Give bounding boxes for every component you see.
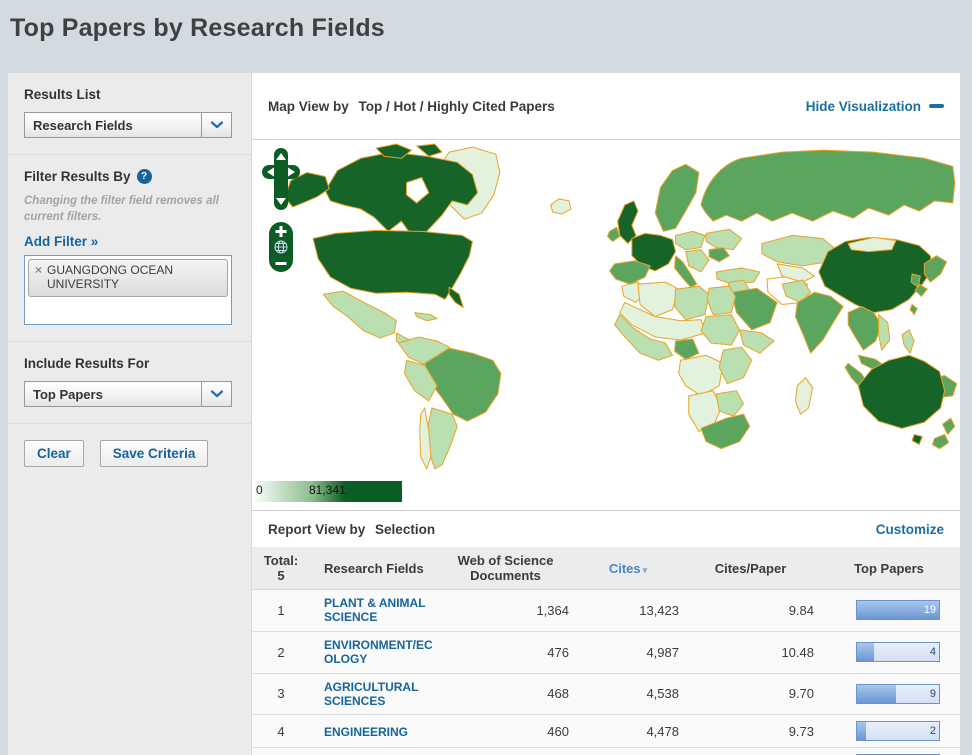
results-list-dropdown[interactable]: Research Fields	[24, 112, 232, 138]
bar-value: 9	[930, 688, 936, 700]
bar-value: 2	[930, 725, 936, 737]
table-row: 0 ALL FIELDS 5,049 52,097 10.32 54	[252, 748, 960, 755]
help-icon[interactable]: ?	[137, 169, 152, 184]
top-papers-bar: 9	[856, 684, 940, 704]
zoom-control[interactable]	[269, 222, 293, 272]
row-rank: 1	[252, 590, 310, 632]
report-view-prefix: Report View by	[268, 522, 365, 537]
top-papers-bar: 19	[856, 600, 940, 620]
field-link[interactable]: ENVIRONMENT/ECOLOGY	[324, 638, 434, 667]
minus-icon	[929, 104, 944, 108]
results-list-selected: Research Fields	[25, 118, 201, 133]
hide-visualization-link[interactable]: Hide Visualization	[806, 99, 944, 114]
col-wos-documents[interactable]: Web of Science Documents	[438, 547, 573, 590]
filter-section: Filter Results By ? Changing the filter …	[8, 154, 251, 341]
remove-tag-icon[interactable]: ×	[35, 263, 42, 278]
col-cites[interactable]: Cites▾	[573, 547, 683, 590]
legend-min: 0	[256, 483, 263, 497]
row-cites: 52,097	[573, 748, 683, 755]
include-results-selected: Top Papers	[25, 387, 201, 402]
row-rank: 4	[252, 715, 310, 748]
bar-value: 4	[930, 646, 936, 658]
row-rank: 3	[252, 673, 310, 715]
legend-max: 81,341	[309, 483, 346, 497]
row-cites: 4,987	[573, 631, 683, 673]
map-legend: 0 81,341	[252, 481, 402, 502]
top-papers-bar: 2	[856, 721, 940, 741]
add-filter-link[interactable]: Add Filter »	[24, 234, 98, 249]
field-link[interactable]: AGRICULTURAL SCIENCES	[324, 680, 434, 709]
row-cpp: 10.32	[683, 748, 818, 755]
top-papers-bar: 4	[856, 642, 940, 662]
map-view-title: Top / Hot / Highly Cited Papers	[359, 99, 555, 114]
field-link[interactable]: ENGINEERING	[324, 725, 408, 739]
row-rank: 2	[252, 631, 310, 673]
main-panel: Map View by Top / Hot / Highly Cited Pap…	[252, 73, 960, 755]
clear-button[interactable]: Clear	[24, 440, 84, 467]
table-row: 2 ENVIRONMENT/ECOLOGY 476 4,987 10.48 4	[252, 631, 960, 673]
content: Results List Research Fields Filter Resu…	[8, 73, 960, 755]
actions-section: Clear Save Criteria	[8, 423, 251, 483]
filter-box[interactable]: × GUANGDONG OCEAN UNIVERSITY	[24, 255, 232, 325]
map-view-prefix: Map View by	[268, 99, 349, 114]
include-results-heading: Include Results For	[24, 356, 235, 371]
report-view-title: Selection	[375, 522, 435, 537]
row-cpp: 9.70	[683, 673, 818, 715]
total-count: 5	[256, 568, 306, 583]
row-cites: 13,423	[573, 590, 683, 632]
row-docs: 460	[438, 715, 573, 748]
col-top-papers[interactable]: Top Papers	[818, 547, 960, 590]
chevron-down-icon[interactable]	[201, 382, 231, 406]
filter-tag: × GUANGDONG OCEAN UNIVERSITY	[28, 259, 228, 297]
row-docs: 1,364	[438, 590, 573, 632]
col-research-fields[interactable]: Research Fields	[310, 547, 438, 590]
row-cpp: 9.73	[683, 715, 818, 748]
row-cites: 4,538	[573, 673, 683, 715]
results-list-heading: Results List	[24, 87, 235, 102]
row-docs: 468	[438, 673, 573, 715]
row-docs: 476	[438, 631, 573, 673]
total-header: Total: 5	[252, 547, 310, 590]
map-controls	[260, 148, 304, 272]
save-criteria-button[interactable]: Save Criteria	[100, 440, 209, 467]
table-row: 4 ENGINEERING 460 4,478 9.73 2	[252, 715, 960, 748]
table-row: 1 PLANT & ANIMAL SCIENCE 1,364 13,423 9.…	[252, 590, 960, 632]
row-rank: 0	[252, 748, 310, 755]
report-view-header: Report View by Selection Customize	[252, 510, 960, 547]
row-cpp: 10.48	[683, 631, 818, 673]
row-docs: 5,049	[438, 748, 573, 755]
report-table: Total: 5 Research Fields Web of Science …	[252, 547, 960, 755]
filter-heading: Filter Results By	[24, 169, 131, 184]
map-area: 0 81,341	[252, 140, 960, 510]
filter-tag-label: GUANGDONG OCEAN UNIVERSITY	[47, 263, 221, 292]
map-view-header: Map View by Top / Hot / Highly Cited Pap…	[252, 73, 960, 140]
field-link[interactable]: PLANT & ANIMAL SCIENCE	[324, 596, 434, 625]
sidebar: Results List Research Fields Filter Resu…	[8, 73, 251, 755]
row-cites: 4,478	[573, 715, 683, 748]
page-title: Top Papers by Research Fields	[10, 14, 972, 43]
world-map[interactable]	[252, 142, 960, 472]
table-row: 3 AGRICULTURAL SCIENCES 468 4,538 9.70 9	[252, 673, 960, 715]
include-results-section: Include Results For Top Papers	[8, 341, 251, 423]
table-header-row: Total: 5 Research Fields Web of Science …	[252, 547, 960, 590]
results-list-section: Results List Research Fields	[8, 73, 251, 154]
col-cites-per-paper[interactable]: Cites/Paper	[683, 547, 818, 590]
row-cpp: 9.84	[683, 590, 818, 632]
customize-link[interactable]: Customize	[876, 522, 944, 537]
pan-control[interactable]	[262, 148, 300, 210]
bar-value: 19	[924, 604, 936, 616]
include-results-dropdown[interactable]: Top Papers	[24, 381, 232, 407]
chevron-down-icon[interactable]	[201, 113, 231, 137]
page-header: Top Papers by Research Fields	[0, 0, 972, 73]
filter-note: Changing the filter field removes all cu…	[24, 194, 235, 225]
sort-desc-icon: ▾	[643, 565, 648, 575]
